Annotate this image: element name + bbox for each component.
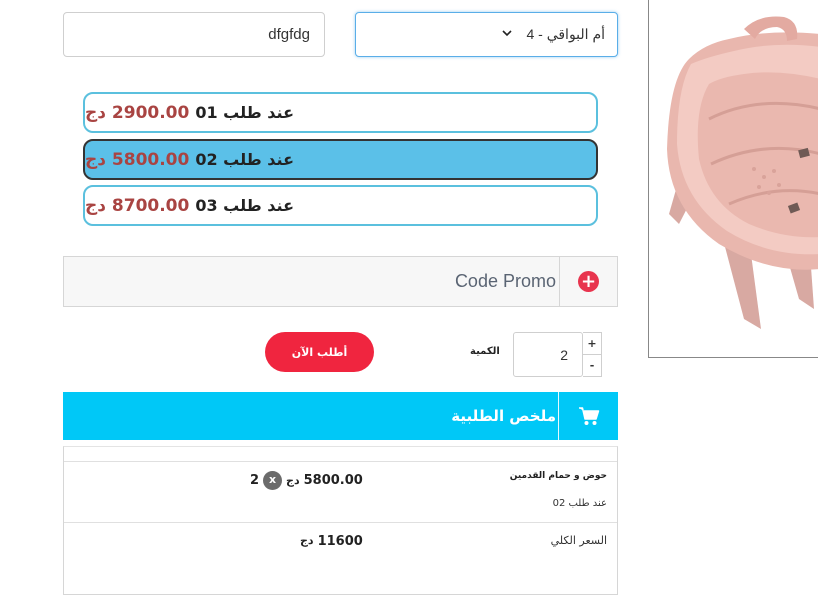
plus-circle-icon: + xyxy=(578,271,599,292)
order-summary-header: ملخص الطلبية xyxy=(63,392,618,440)
currency: دج xyxy=(286,474,300,487)
offer-price: 5800.00 دج xyxy=(85,149,190,170)
offer-price: 8700.00 دج xyxy=(85,195,190,216)
quantity-label: الكمية xyxy=(470,346,500,357)
offer-label: عند طلب 02 xyxy=(195,150,294,169)
promo-code-bar: Code Promo + xyxy=(63,256,618,307)
total-value: 11600 دج xyxy=(300,534,363,549)
order-now-button[interactable]: أطلب الآن xyxy=(265,332,374,372)
name-input[interactable] xyxy=(63,12,325,57)
total-label: السعر الكلي xyxy=(550,534,607,547)
offer-label: عند طلب 03 xyxy=(195,196,294,215)
offer-option-3[interactable]: عند طلب 03 8700.00 دج xyxy=(83,185,598,226)
quantity-increment-button[interactable]: + xyxy=(583,333,601,355)
offer-price: 2900.00 دج xyxy=(85,102,190,123)
line-quantity: 2 xyxy=(250,473,260,488)
city-select-value: 4 - أم البواقي xyxy=(526,26,605,42)
product-option: عند طلب 02 xyxy=(552,498,607,509)
chevron-down-icon xyxy=(502,29,513,40)
summary-product-row: حوض و حمام القدمين عند طلب 02 5800.00 دج… xyxy=(64,461,617,522)
cart-icon xyxy=(558,392,618,440)
order-summary-title: ملخص الطلبية xyxy=(451,407,556,425)
multiply-badge: x xyxy=(263,471,283,490)
product-price-line: 5800.00 دج x 2 xyxy=(250,471,363,490)
quantity-input[interactable]: 2 xyxy=(513,332,583,377)
order-summary-table: حوض و حمام القدمين عند طلب 02 5800.00 دج… xyxy=(63,446,618,595)
product-name: حوض و حمام القدمين xyxy=(509,471,607,481)
promo-code-label[interactable]: Code Promo xyxy=(64,257,559,306)
promo-toggle-button[interactable]: + xyxy=(559,257,617,306)
unit-price: 5800.00 xyxy=(303,473,363,488)
quantity-decrement-button[interactable]: - xyxy=(583,355,601,376)
product-image xyxy=(648,0,818,358)
summary-total-row: السعر الكلي 11600 دج xyxy=(64,522,617,594)
quantity-stepper: + - xyxy=(583,332,602,377)
city-select[interactable]: 4 - أم البواقي xyxy=(355,12,618,57)
offer-option-2[interactable]: عند طلب 02 5800.00 دج xyxy=(83,139,598,180)
offer-option-1[interactable]: عند طلب 01 2900.00 دج xyxy=(83,92,598,133)
offer-label: عند طلب 01 xyxy=(195,103,294,122)
